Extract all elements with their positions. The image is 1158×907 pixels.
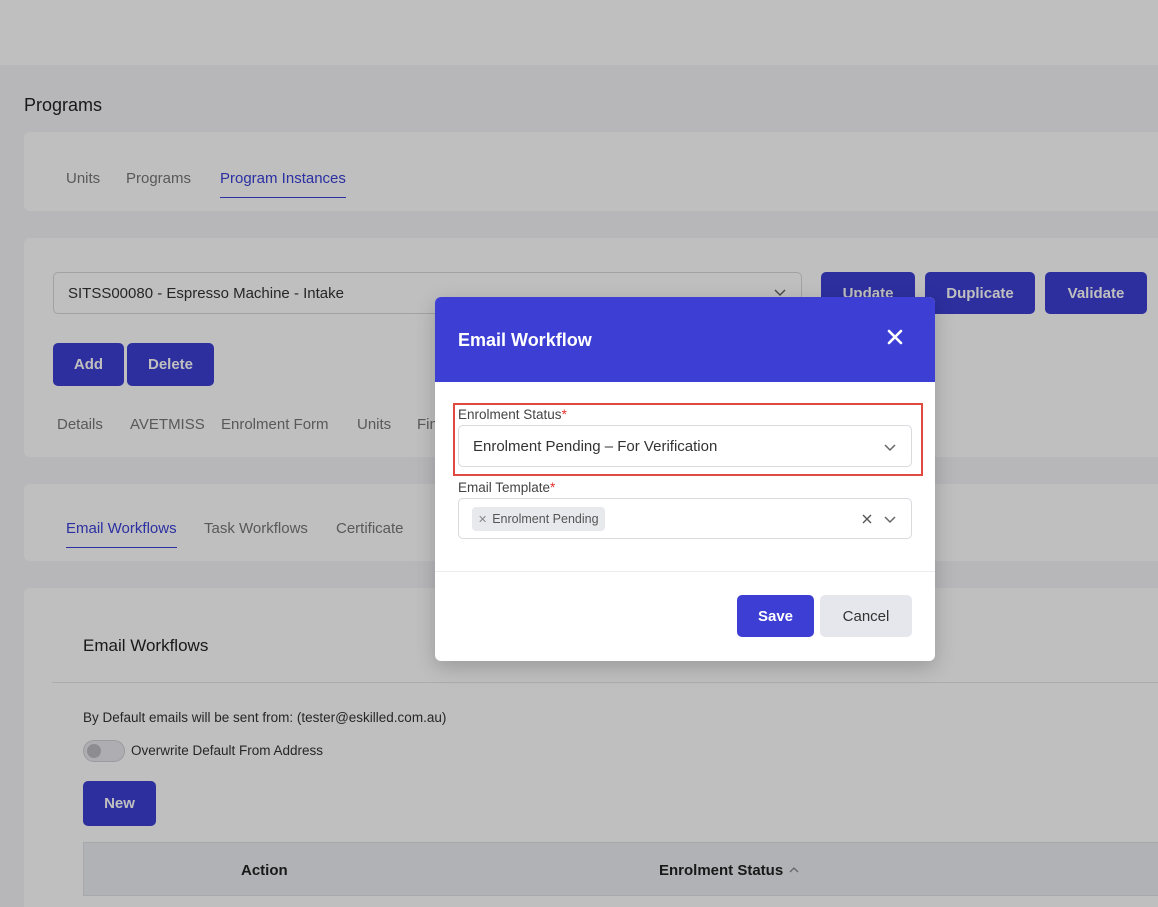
template-label: Email Template* [458,480,555,495]
status-label-text: Enrolment Status [458,407,562,422]
cancel-button[interactable]: Cancel [820,595,912,637]
chip-remove-icon[interactable]: ✕ [478,513,487,526]
modal-divider [435,571,935,572]
close-icon[interactable] [885,327,905,347]
status-label: Enrolment Status* [458,407,567,422]
required-mark: * [561,407,567,422]
modal-title: Email Workflow [458,330,592,350]
save-button[interactable]: Save [737,595,814,637]
template-chip: ✕ Enrolment Pending [472,507,605,531]
template-chip-label: Enrolment Pending [492,512,599,526]
modal-header: Email Workflow [435,297,935,382]
chevron-down-icon [884,444,896,452]
clear-icon[interactable] [861,513,873,525]
template-label-text: Email Template [458,480,551,495]
enrolment-status-select[interactable]: Enrolment Pending – For Verification [458,425,912,467]
enrolment-status-value: Enrolment Pending – For Verification [473,438,718,455]
email-workflow-modal: Email Workflow Enrolment Status* Enrolme… [435,297,935,661]
email-template-select[interactable]: ✕ Enrolment Pending [458,498,912,539]
chevron-down-icon [884,516,896,524]
required-mark: * [550,480,556,495]
